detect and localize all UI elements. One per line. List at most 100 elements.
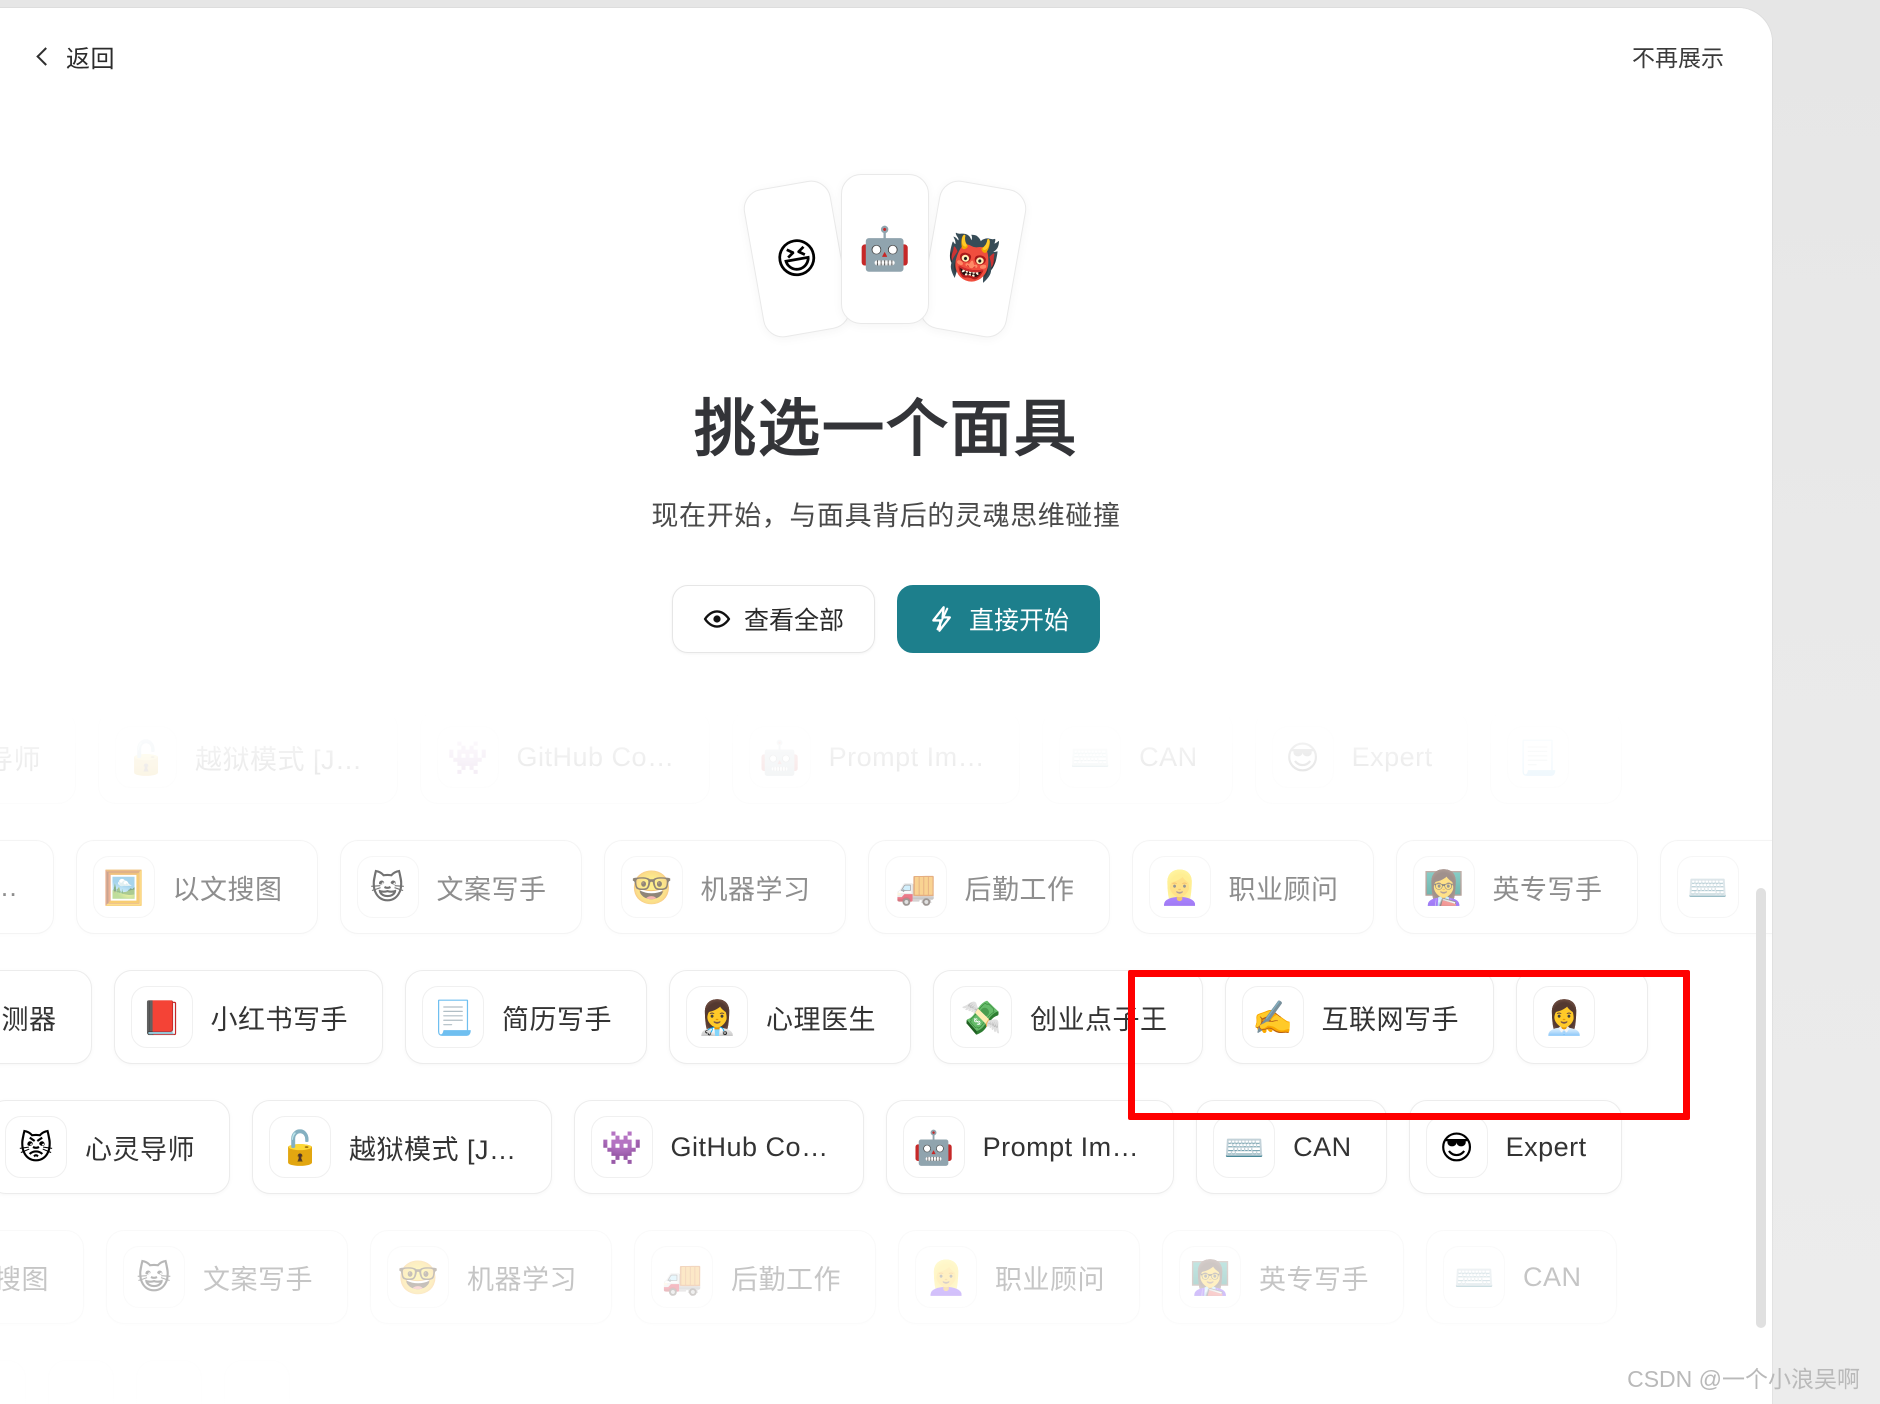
- mask-item-label: 后勤工作: [731, 1258, 841, 1297]
- back-button-label: 返回: [66, 39, 115, 74]
- mask-item-emoji-icon: 🔓: [115, 726, 177, 788]
- mask-item-label: 以文搜图: [173, 868, 283, 907]
- mask-item-emoji-icon: 📃: [1507, 726, 1569, 788]
- mask-item-label: Expert: [1352, 742, 1433, 773]
- mask-item[interactable]: 👱‍♀️ 职业顾问: [898, 1230, 1140, 1324]
- mask-item[interactable]: ⌨️CAN: [1196, 1100, 1387, 1194]
- mask-item-label: 英专写手: [1259, 1258, 1369, 1297]
- mask-item[interactable]: 🖼️以文搜图: [76, 840, 318, 934]
- mask-card-center[interactable]: 🤖: [841, 174, 929, 324]
- page-subtitle: 现在开始，与面具背后的灵魂思维碰撞: [651, 494, 1120, 533]
- mask-item-emoji-icon: 😾: [5, 1116, 67, 1178]
- mask-grid-row: 语言检测器 📕 小红书写手 📃简历写手 👩‍⚕️ 心理医生 💸创业点子王✍️互联网写手👩‍💼: [0, 968, 1772, 1066]
- mask-item[interactable]: [0, 1360, 26, 1404]
- mask-item[interactable]: 🤓机器学习: [604, 840, 846, 934]
- mask-item[interactable]: 💸创业点子王: [933, 970, 1203, 1064]
- mask-item-label: 心灵导师: [0, 738, 41, 777]
- mask-item[interactable]: [48, 1360, 114, 1404]
- mask-item-emoji-icon: 😺: [123, 1246, 185, 1308]
- mask-grid-row: 以文搜图 😺 文案写手 🤓机器学习 🚚 后勤工作 👱‍♀️ 职业顾问 👩‍🏫英专写手⌨️CAN: [0, 1228, 1772, 1326]
- mask-item[interactable]: ✍️互联网写手: [1225, 970, 1495, 1064]
- mask-item[interactable]: 👾GitHub Co…: [574, 1100, 864, 1194]
- start-now-button[interactable]: 直接开始: [897, 585, 1100, 653]
- page-title: 挑选一个面具: [694, 378, 1078, 468]
- mask-item[interactable]: 👱‍♀️职业顾问: [1132, 840, 1374, 934]
- mask-item[interactable]: 语言检测器: [0, 970, 92, 1064]
- mask-item-label: Prompt Im…: [983, 1132, 1140, 1163]
- view-all-button[interactable]: 查看全部: [672, 585, 875, 653]
- hero-section: 😆 👹 🤖 挑选一个面具 现在开始，与面具背后的灵魂思维碰撞 查看全部: [0, 104, 1772, 671]
- mask-item-label: 以文搜图: [0, 1258, 49, 1297]
- mask-item-emoji-icon: 👱‍♀️: [915, 1246, 977, 1308]
- back-button[interactable]: 返回: [24, 33, 125, 80]
- mask-item-emoji-icon: 👱‍♀️: [1149, 856, 1211, 918]
- mask-item-emoji-icon: 📕: [131, 986, 193, 1048]
- mask-item[interactable]: 心灵导师: [0, 710, 76, 804]
- mask-grid-row: [0, 1358, 1772, 1404]
- mask-item[interactable]: 😺 文案写手: [106, 1230, 348, 1324]
- mask-item[interactable]: 📃简历写手: [405, 970, 647, 1064]
- mask-item-label: 心灵导师: [85, 1128, 195, 1167]
- mask-item-label: 职业顾问: [995, 1258, 1105, 1297]
- mask-item-emoji-icon: 👾: [591, 1116, 653, 1178]
- mask-item[interactable]: 🤖Prompt Im…: [886, 1100, 1175, 1194]
- mask-grid-row: 😾 心灵导师 🔓 越狱模式 [J… 👾GitHub Co…🤖Prompt Im…⌨️CA…: [0, 1098, 1772, 1196]
- mask-item[interactable]: 😾 心灵导师: [0, 1100, 230, 1194]
- mask-item-emoji-icon: 👩‍⚕️: [686, 986, 748, 1048]
- mask-item[interactable]: 👾GitHub Co…: [420, 710, 710, 804]
- mask-item-emoji-icon: ⌨️: [1213, 1116, 1275, 1178]
- mask-item-label: 文案写手: [437, 868, 547, 907]
- mask-item[interactable]: 🔓 越狱模式 [J…: [252, 1100, 552, 1194]
- mask-item-label: 语言检测器: [0, 998, 57, 1037]
- mask-item-emoji-icon: 💸: [950, 986, 1012, 1048]
- mask-item-emoji-icon: 📃: [422, 986, 484, 1048]
- mask-item[interactable]: [136, 1360, 202, 1404]
- mask-item[interactable]: 🚚 后勤工作: [634, 1230, 876, 1324]
- chevron-left-icon: [34, 47, 52, 65]
- mask-item[interactable]: 👩‍🏫英专写手: [1396, 840, 1638, 934]
- mask-item-emoji-icon: 🤓: [387, 1246, 449, 1308]
- mask-item-emoji-icon: 🚚: [651, 1246, 713, 1308]
- mask-item[interactable]: …: [0, 840, 54, 934]
- mask-item[interactable]: ⌨️CAN: [1042, 710, 1233, 804]
- watermark: CSDN @一个小浪吴啊: [1627, 1360, 1860, 1394]
- mask-item[interactable]: 🔓 越狱模式 [J…: [98, 710, 398, 804]
- view-all-button-label: 查看全部: [744, 601, 844, 637]
- mask-item[interactable]: 😎Expert: [1409, 1100, 1622, 1194]
- mask-item[interactable]: 😎 Expert: [1255, 710, 1468, 804]
- mask-grid-row: 心灵导师 🔓 越狱模式 [J… 👾GitHub Co…🤖Prompt Im…⌨️CAN…: [0, 708, 1772, 806]
- eye-icon: [703, 605, 731, 633]
- vertical-scrollbar-thumb[interactable]: [1756, 888, 1766, 1328]
- mask-item[interactable]: 🤓机器学习: [370, 1230, 612, 1324]
- mask-item-emoji-icon: ✍️: [1242, 986, 1304, 1048]
- mask-item-label: 越狱模式 [J…: [349, 1128, 517, 1167]
- mask-item-emoji-icon: 😎: [1272, 726, 1334, 788]
- mask-item[interactable]: 👩‍💼: [1516, 970, 1648, 1064]
- mask-item-label: 心理医生: [766, 998, 876, 1037]
- mask-card-left[interactable]: 😆: [741, 177, 854, 340]
- mask-item[interactable]: 📕 小红书写手: [114, 970, 384, 1064]
- mask-item[interactable]: 🚚后勤工作: [868, 840, 1110, 934]
- mask-item[interactable]: 📃: [1490, 710, 1622, 804]
- mask-item-label: 文案写手: [203, 1258, 313, 1297]
- lightning-bolt-icon: [928, 605, 956, 633]
- app-window: 返回 不再展示 😆 👹 🤖 挑选一个面具 现在开始，与面具背后的灵魂思维碰撞: [0, 8, 1772, 1404]
- mask-item-emoji-icon: 🔓: [269, 1116, 331, 1178]
- mask-item[interactable]: 👩‍⚕️ 心理医生: [669, 970, 911, 1064]
- mask-item[interactable]: 👩‍🏫英专写手: [1162, 1230, 1404, 1324]
- mask-item[interactable]: 以文搜图: [0, 1230, 84, 1324]
- dismiss-button[interactable]: 不再展示: [1620, 31, 1736, 81]
- mask-item[interactable]: ⌨️CAN: [1426, 1230, 1617, 1324]
- mask-item-label: 越狱模式 [J…: [195, 738, 363, 777]
- mask-item-label: CAN: [1139, 742, 1198, 773]
- screen-background: 返回 不再展示 😆 👹 🤖 挑选一个面具 现在开始，与面具背后的灵魂思维碰撞: [0, 0, 1880, 1404]
- mask-card-right[interactable]: 👹: [917, 177, 1030, 340]
- mask-item[interactable]: 🤖Prompt Im…: [732, 710, 1021, 804]
- mask-grid[interactable]: 心灵导师🔓越狱模式 [J…👾GitHub Co…🤖Prompt Im…⌨️CAN…: [0, 708, 1772, 1404]
- mask-item[interactable]: [224, 1360, 290, 1404]
- mask-item[interactable]: 😺文案写手: [340, 840, 582, 934]
- mask-item-label: 小红书写手: [211, 998, 349, 1037]
- mask-item-label: 后勤工作: [965, 868, 1075, 907]
- mask-item-emoji-icon: 😎: [1426, 1116, 1488, 1178]
- start-now-button-label: 直接开始: [969, 601, 1069, 637]
